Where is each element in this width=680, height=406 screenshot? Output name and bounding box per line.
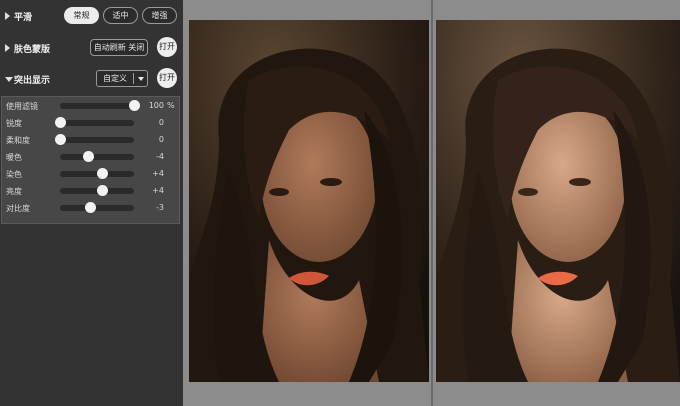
highlight-title: 突出显示 — [14, 76, 51, 86]
slider-value: +4 — [152, 169, 164, 178]
slider-thumb[interactable] — [55, 117, 66, 128]
adjustment-panel: 平滑 常规 适中 增强 肤色蒙版 自动刷新 关闭 打开 突出显示 自定义 打开 … — [0, 0, 183, 406]
skin-mask-section: 肤色蒙版 自动刷新 关闭 打开 — [0, 35, 183, 61]
slider-label: 锐度 — [6, 119, 22, 128]
brightness-slider-track[interactable] — [60, 185, 134, 196]
skin-mask-title: 肤色蒙版 — [14, 45, 51, 55]
expand-arrow-icon[interactable] — [5, 12, 10, 20]
smooth-title: 平滑 — [14, 13, 33, 23]
smooth-strong-button[interactable]: 增强 — [142, 7, 177, 24]
highlight-toggle-button[interactable]: 打开 — [157, 68, 177, 88]
slider-unit: % — [167, 101, 175, 110]
slider-row-warmth: 暖色 -4 — [2, 150, 181, 164]
original-photo — [189, 20, 429, 382]
split-divider[interactable] — [431, 0, 433, 406]
expand-arrow-icon[interactable] — [5, 44, 10, 52]
slider-value: -4 — [156, 152, 164, 161]
sharpness-slider-track[interactable] — [55, 117, 134, 128]
slider-label: 使用滤镜 — [6, 102, 38, 111]
image-viewport[interactable] — [183, 0, 680, 406]
warmth-slider-track[interactable] — [60, 151, 134, 162]
slider-label: 暖色 — [6, 153, 22, 162]
preset-dropdown[interactable]: 自定义 — [96, 70, 148, 87]
auto-refresh-button[interactable]: 自动刷新 关闭 — [90, 39, 148, 56]
smooth-medium-button[interactable]: 适中 — [103, 7, 138, 24]
slider-label: 对比度 — [6, 204, 30, 213]
slider-row-contrast: 对比度 -3 — [2, 201, 181, 215]
tint-slider-track[interactable] — [60, 168, 134, 179]
smooth-normal-button[interactable]: 常规 — [64, 7, 99, 24]
slider-value: -3 — [156, 203, 164, 212]
slider-thumb[interactable] — [129, 100, 140, 111]
slider-label: 染色 — [6, 170, 22, 179]
slider-thumb[interactable] — [97, 185, 109, 196]
softness-slider-track[interactable] — [55, 134, 134, 145]
slider-thumb[interactable] — [97, 168, 109, 179]
smooth-section: 平滑 常规 适中 增强 — [0, 3, 183, 29]
slider-row-sharpness: 锐度 0 — [2, 116, 181, 130]
chevron-down-icon[interactable] — [138, 77, 144, 81]
contrast-slider-track[interactable] — [60, 202, 134, 213]
highlight-section: 突出显示 自定义 打开 — [0, 66, 183, 92]
slider-row-filter: 使用滤镜 100 % — [2, 99, 181, 113]
collapse-arrow-icon[interactable] — [5, 77, 13, 82]
slider-value: 0 — [158, 135, 164, 144]
slider-group: 使用滤镜 100 % 锐度 0 柔和度 0 暖色 -4 染色 +4 亮度 +4 … — [1, 96, 180, 224]
slider-value: 100 — [148, 101, 164, 110]
slider-thumb[interactable] — [55, 134, 66, 145]
slider-label: 亮度 — [6, 187, 22, 196]
slider-value: 0 — [158, 118, 164, 127]
slider-thumb[interactable] — [83, 151, 95, 162]
slider-row-tint: 染色 +4 — [2, 167, 181, 181]
slider-value: +4 — [152, 186, 164, 195]
skin-mask-toggle-button[interactable]: 打开 — [157, 37, 177, 57]
processed-photo — [436, 20, 680, 382]
filter-slider-track[interactable] — [60, 100, 140, 111]
preset-dropdown-value: 自定义 — [103, 74, 127, 83]
slider-row-brightness: 亮度 +4 — [2, 184, 181, 198]
slider-label: 柔和度 — [6, 136, 30, 145]
slider-row-softness: 柔和度 0 — [2, 133, 181, 147]
slider-thumb[interactable] — [84, 202, 96, 213]
